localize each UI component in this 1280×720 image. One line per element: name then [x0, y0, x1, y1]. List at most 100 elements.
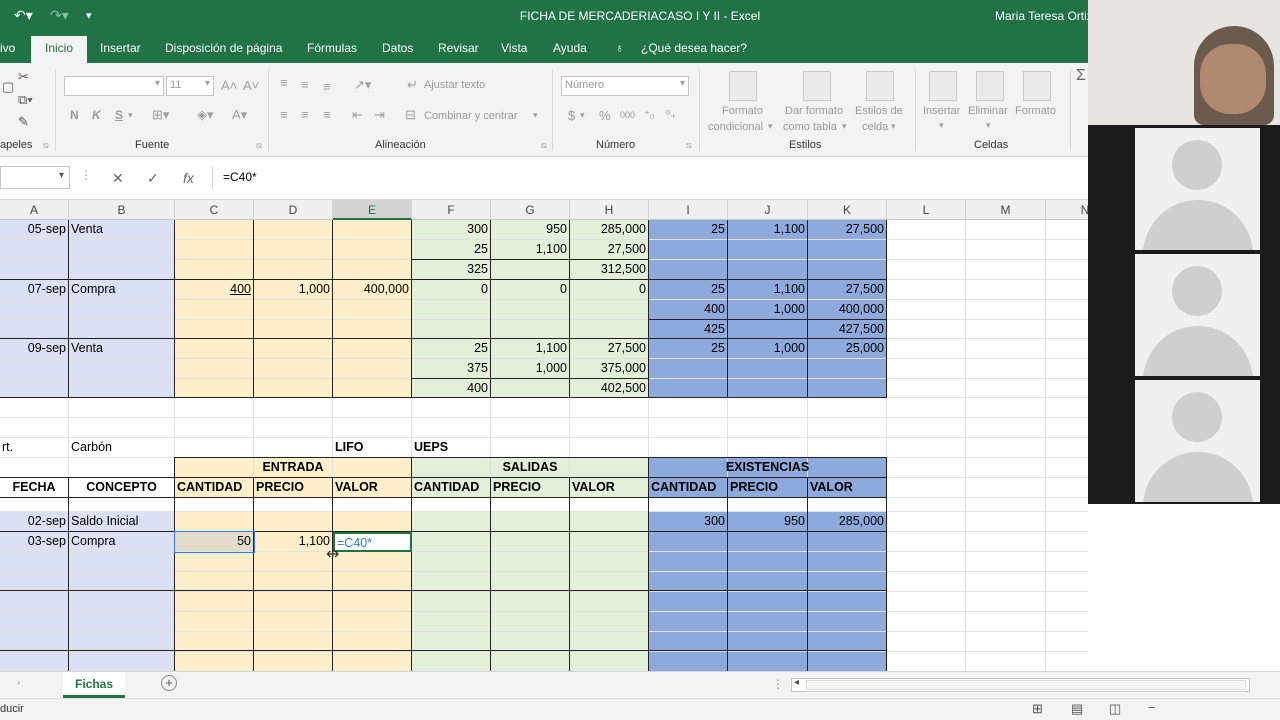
- salidas-valor-cell[interactable]: 27,500: [570, 339, 648, 358]
- align-right-icon[interactable]: ≡: [323, 107, 331, 122]
- header-salidas-valor[interactable]: VALOR: [570, 478, 648, 497]
- salidas-cantidad-cell[interactable]: 325: [412, 260, 490, 279]
- decrease-font-icon[interactable]: A˅: [243, 78, 259, 93]
- cancel-icon[interactable]: ✕: [112, 170, 124, 187]
- date-cell[interactable]: 07-sep: [0, 280, 68, 299]
- align-top-icon[interactable]: ≡: [280, 75, 288, 90]
- column-header-j[interactable]: J: [728, 200, 808, 220]
- salidas-cantidad-cell[interactable]: 300: [412, 220, 490, 239]
- salidas-precio-cell[interactable]: 1,000: [491, 359, 569, 378]
- cell-styles-icon[interactable]: [866, 71, 894, 101]
- font-size-box[interactable]: 11 ▾: [166, 76, 214, 96]
- column-header-k[interactable]: K: [808, 200, 887, 220]
- format-as-table-label-1[interactable]: Dar formato: [785, 105, 843, 117]
- format-cells-button[interactable]: Formato: [1015, 105, 1056, 117]
- salidas-cantidad-cell[interactable]: 400: [412, 379, 490, 398]
- existencias-cantidad-cell[interactable]: 400: [649, 300, 727, 319]
- header-salidas-cantidad[interactable]: CANTIDAD: [412, 478, 490, 497]
- salidas-cantidad-cell[interactable]: 375: [412, 359, 490, 378]
- page-layout-view-icon[interactable]: ▤: [1071, 701, 1083, 717]
- percent-button[interactable]: %: [599, 108, 611, 123]
- chevron-down-icon[interactable]: ▾: [580, 110, 585, 121]
- font-name-box[interactable]: ▾: [64, 76, 164, 96]
- existencias-precio-cell[interactable]: 950: [728, 512, 807, 531]
- existencias-cantidad-cell[interactable]: 25: [649, 339, 727, 358]
- existencias-valor-cell[interactable]: 27,500: [808, 280, 886, 299]
- conditional-format-icon[interactable]: [729, 71, 757, 101]
- entrada-cantidad-cell[interactable]: 400: [175, 280, 253, 299]
- thousands-button[interactable]: 000: [620, 110, 635, 120]
- horizontal-scrollbar[interactable]: ◂: [791, 677, 1250, 692]
- header-existencias-cantidad[interactable]: CANTIDAD: [649, 478, 727, 497]
- currency-button[interactable]: $: [568, 108, 575, 123]
- existencias-precio-cell[interactable]: 1,100: [728, 220, 807, 239]
- insert-function-icon[interactable]: fx: [183, 170, 194, 186]
- concept-cell[interactable]: Compra: [69, 532, 174, 551]
- insert-cells-icon[interactable]: [929, 71, 957, 101]
- column-header-e[interactable]: E: [333, 200, 412, 220]
- section-header-existencias[interactable]: EXISTENCIAS: [649, 458, 886, 477]
- delete-cells-button[interactable]: Eliminar: [968, 105, 1008, 117]
- cell-styles-label-1[interactable]: Estilos de: [855, 105, 903, 117]
- salidas-precio-cell[interactable]: 1,100: [491, 339, 569, 358]
- merge-center-icon[interactable]: ⊟: [405, 107, 416, 123]
- tab-view[interactable]: Vista: [501, 41, 527, 55]
- header-entrada-valor[interactable]: VALOR: [333, 478, 411, 497]
- concept-cell[interactable]: Venta: [69, 339, 174, 358]
- salidas-valor-cell[interactable]: 27,500: [570, 240, 648, 259]
- wrap-text-button[interactable]: Ajustar texto: [424, 79, 485, 91]
- name-box[interactable]: ▾: [0, 166, 70, 189]
- format-cells-icon[interactable]: [1023, 71, 1051, 101]
- column-header-l[interactable]: L: [887, 200, 966, 220]
- header-existencias-valor[interactable]: VALOR: [808, 478, 886, 497]
- underline-button[interactable]: S: [115, 108, 123, 122]
- header-fecha[interactable]: FECHA: [0, 478, 68, 497]
- entrada-precio-cell[interactable]: 1,000: [254, 280, 332, 299]
- date-cell[interactable]: 02-sep: [0, 512, 68, 531]
- cut-icon[interactable]: ✂: [18, 69, 29, 85]
- header-concepto[interactable]: CONCEPTO: [69, 478, 174, 497]
- borders-icon[interactable]: ⊞▾: [152, 107, 169, 123]
- column-header-i[interactable]: I: [649, 200, 728, 220]
- decrease-indent-icon[interactable]: ⇤: [352, 107, 363, 123]
- formula-input[interactable]: =C40*: [212, 166, 1088, 189]
- increase-decimal-icon[interactable]: ⁺₀: [644, 108, 654, 121]
- format-painter-icon[interactable]: ✎: [18, 114, 29, 130]
- conditional-format-label-2[interactable]: condicional: [708, 121, 763, 133]
- chevron-down-icon[interactable]: ▾: [128, 110, 133, 121]
- number-format-box[interactable]: Número ▾: [561, 76, 689, 96]
- existencias-precio-cell[interactable]: 1,000: [728, 300, 807, 319]
- salidas-cantidad-cell[interactable]: 25: [412, 339, 490, 358]
- align-left-icon[interactable]: ≡: [280, 107, 288, 122]
- format-as-table-icon[interactable]: [803, 71, 831, 101]
- font-color-icon[interactable]: A▾: [232, 107, 247, 123]
- worksheet-grid[interactable]: 05-sep Venta 300 25 325 950 1,100 285,00…: [0, 220, 1088, 671]
- column-header-h[interactable]: H: [570, 200, 649, 220]
- salidas-valor-cell[interactable]: 402,500: [570, 379, 648, 398]
- scroll-left-icon[interactable]: ◂: [794, 677, 799, 688]
- paste-icon[interactable]: ▢: [2, 79, 14, 95]
- active-edit-cell[interactable]: =C40*: [333, 532, 412, 552]
- participant-tile[interactable]: [1135, 128, 1260, 250]
- article-label-cell[interactable]: rt.: [0, 438, 68, 457]
- salidas-precio-cell[interactable]: 950: [491, 220, 569, 239]
- existencias-precio-cell[interactable]: 1,000: [728, 339, 807, 358]
- conditional-format-label-1[interactable]: Formato: [722, 105, 763, 117]
- header-existencias-precio[interactable]: PRECIO: [728, 478, 807, 497]
- participant-tile[interactable]: [1135, 380, 1260, 502]
- section-header-entrada[interactable]: ENTRADA: [175, 458, 411, 477]
- existencias-valor-cell[interactable]: 25,000: [808, 339, 886, 358]
- existencias-precio-cell[interactable]: 1,100: [728, 280, 807, 299]
- page-break-view-icon[interactable]: ◫: [1109, 701, 1121, 717]
- orientation-icon[interactable]: ↗▾: [354, 77, 371, 93]
- salidas-precio-cell[interactable]: 1,100: [491, 240, 569, 259]
- copy-icon[interactable]: ⧉▾: [18, 92, 33, 108]
- header-entrada-precio[interactable]: PRECIO: [254, 478, 332, 497]
- salidas-valor-cell[interactable]: 285,000: [570, 220, 648, 239]
- tab-insert[interactable]: Insertar: [100, 41, 141, 55]
- concept-cell[interactable]: Compra: [69, 280, 174, 299]
- date-cell[interactable]: 03-sep: [0, 532, 68, 551]
- scroll-tabs-icon[interactable]: ›: [17, 677, 20, 688]
- tab-help[interactable]: Ayuda: [553, 41, 587, 55]
- salidas-cantidad-cell[interactable]: 0: [412, 280, 490, 299]
